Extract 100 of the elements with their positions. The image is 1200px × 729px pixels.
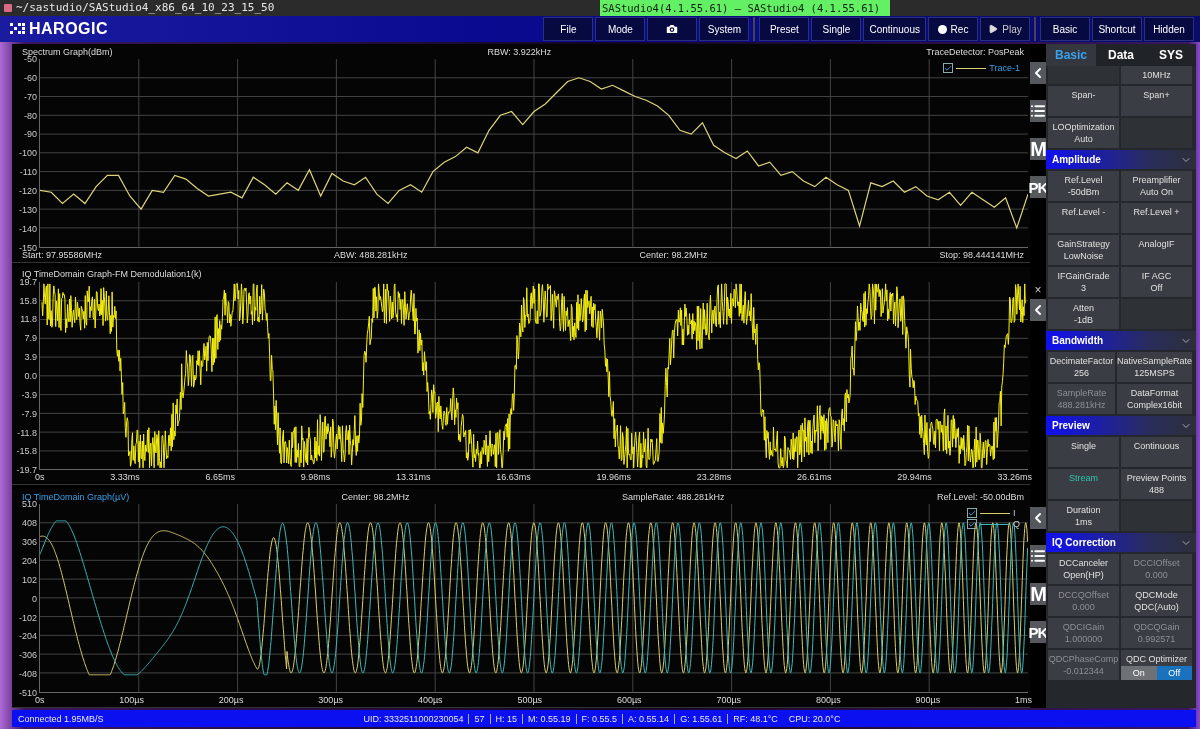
parameter-button[interactable]: LOOptimization Auto xyxy=(1048,118,1119,148)
marker-button[interactable]: PK xyxy=(1030,621,1046,644)
collapse-button[interactable] xyxy=(1030,62,1046,84)
legend-label: Q xyxy=(1013,519,1020,530)
parameter-button[interactable]: Ref.Level + xyxy=(1121,203,1192,233)
parameter-button[interactable]: Ref.Level -50dBm xyxy=(1048,171,1119,201)
status-item: UID: 3332511000230054 xyxy=(363,713,470,724)
collapse-button[interactable] xyxy=(1030,298,1046,321)
close-button[interactable]: × xyxy=(1034,284,1042,295)
panel-tab[interactable]: SYS xyxy=(1146,44,1196,66)
record-button[interactable]: Rec xyxy=(928,17,978,41)
camera-button[interactable] xyxy=(647,17,698,41)
axis-label: -130 xyxy=(18,204,37,215)
legend-label: Trace-1 xyxy=(989,63,1020,73)
checkbox[interactable] xyxy=(943,63,954,73)
parameter-button[interactable]: IF AGC Off xyxy=(1121,267,1192,297)
play-button[interactable]: Play xyxy=(980,17,1030,41)
parameter-button[interactable]: Stream xyxy=(1048,469,1119,499)
toolbar-button[interactable]: File xyxy=(543,17,594,41)
section-header[interactable]: Bandwidth xyxy=(1046,331,1196,350)
parameter-button[interactable]: QDCMode QDC(Auto) xyxy=(1121,586,1192,616)
axis-label: 200µs xyxy=(218,695,244,705)
list-button[interactable] xyxy=(1030,545,1046,568)
section-header[interactable]: Preview xyxy=(1046,416,1196,435)
parameter-button[interactable]: Preview Points 488 xyxy=(1121,469,1192,499)
list-icon xyxy=(1030,548,1046,565)
parameter-button[interactable]: GainStrategy LowNoise xyxy=(1048,235,1119,265)
toolbar-button[interactable]: Basic xyxy=(1040,17,1090,41)
parameter-button[interactable]: DataFormat Complex16bit xyxy=(1116,384,1192,414)
toggle-option[interactable]: Off xyxy=(1156,666,1192,680)
parameter-button[interactable]: AnalogIF xyxy=(1121,235,1192,265)
parameter-button[interactable]: Span+ xyxy=(1121,86,1192,116)
parameter-button[interactable]: Single xyxy=(1048,437,1119,467)
status-item: RF: 48.1°C xyxy=(733,713,779,724)
parameter-button[interactable]: NativeSampleRate 125MSPS xyxy=(1116,352,1192,382)
axis-label: 800µs xyxy=(815,695,841,705)
parameter-button[interactable]: 10MHz xyxy=(1121,66,1192,84)
window-title: SAStudio4(4.1.55.61) — SAStudio4 (4.1.55.61) xyxy=(600,0,890,16)
terminal-title: ~/sastudio/SAStudio4_x86_64_10_23_15_50 xyxy=(0,0,600,16)
axis-label: 500µs xyxy=(517,695,543,705)
parameter-button[interactable]: Span- xyxy=(1048,86,1119,116)
axis-label: 700µs xyxy=(716,695,742,705)
axis-label: -3.9 xyxy=(20,389,37,400)
graph-info: RBW: 3.922kHz xyxy=(487,46,552,57)
marker-button[interactable]: M xyxy=(1030,583,1046,606)
parameter-button[interactable]: DecimateFactor 256 xyxy=(1048,352,1115,382)
toolbar-button[interactable]: Hidden xyxy=(1144,17,1194,41)
play-icon xyxy=(988,24,999,34)
axis-label: 600µs xyxy=(616,695,642,705)
axis-label: -7.9 xyxy=(20,408,37,419)
parameter-button[interactable]: Ref.Level - xyxy=(1048,203,1119,233)
axis-label: 900µs xyxy=(915,695,941,705)
axis-label: 300µs xyxy=(318,695,344,705)
parameter-button[interactable]: DCCanceler Open(HP) xyxy=(1048,554,1119,584)
toolbar-button[interactable]: Mode xyxy=(595,17,646,41)
parameter-button[interactable]: Preamplifier Auto On xyxy=(1121,171,1192,201)
list-button[interactable] xyxy=(1030,100,1046,122)
axis-label: 23.28ms xyxy=(696,472,732,483)
toolbar-button[interactable]: Single xyxy=(811,17,862,41)
toolbar-button[interactable]: Preset xyxy=(759,17,810,41)
list-icon xyxy=(1030,103,1046,119)
collapse-button[interactable] xyxy=(1030,507,1046,530)
status-item: G: 1.55.61 xyxy=(680,713,729,724)
axis-label: 29.94ms xyxy=(897,472,932,483)
toolbar-button[interactable]: System xyxy=(699,17,750,41)
parameter-button[interactable]: Duration 1ms xyxy=(1048,501,1119,531)
toggle-option[interactable]: On xyxy=(1121,666,1157,680)
section-title: Bandwidth xyxy=(1052,335,1104,346)
section-header[interactable]: IQ Correction xyxy=(1046,533,1196,552)
toolbar-button[interactable]: Continuous xyxy=(863,17,926,41)
checkbox[interactable] xyxy=(967,519,977,530)
section-header[interactable]: Amplitude xyxy=(1046,150,1196,169)
panel-tab[interactable]: Data xyxy=(1096,44,1146,66)
parameter-button[interactable]: IFGainGrade 3 xyxy=(1048,267,1119,297)
axis-label: 9.98ms xyxy=(300,472,331,483)
status-item: CPU: 20.0°C xyxy=(788,713,842,724)
axis-label: 204 xyxy=(20,555,37,566)
parameter-button[interactable]: Atten -1dB xyxy=(1048,299,1119,329)
status-item: 57 xyxy=(474,713,491,724)
axis-label: 19.96ms xyxy=(596,472,631,483)
axis-label: 33.26ms xyxy=(997,472,1032,483)
toolbar-button[interactable]: Shortcut xyxy=(1092,17,1142,41)
marker-button[interactable]: M xyxy=(1030,138,1046,160)
graph-info: Stop: 98.444141MHz xyxy=(939,249,1024,260)
graph-info: SampleRate: 488.281kHz xyxy=(622,491,725,502)
axis-label: -306 xyxy=(18,650,37,661)
axis-label: 3.33ms xyxy=(110,472,140,483)
axis-label: 400µs xyxy=(417,695,443,705)
graph-info: Ref.Level: -50.00dBm xyxy=(936,491,1024,502)
axis-label: 0.0 xyxy=(23,370,37,381)
panel-tab[interactable]: Basic xyxy=(1046,44,1096,66)
record-dot-icon xyxy=(937,24,947,34)
axis-label: 11.8 xyxy=(19,314,37,325)
marker-button[interactable]: PK xyxy=(1030,176,1046,198)
graph-title: Spectrum Graph(dBm) xyxy=(22,46,113,57)
axis-label: -60 xyxy=(23,72,37,83)
checkbox[interactable] xyxy=(967,508,977,519)
axis-label: 306 xyxy=(20,537,37,548)
axis-label: -90 xyxy=(23,129,37,140)
parameter-button[interactable]: Continuous xyxy=(1121,437,1192,467)
